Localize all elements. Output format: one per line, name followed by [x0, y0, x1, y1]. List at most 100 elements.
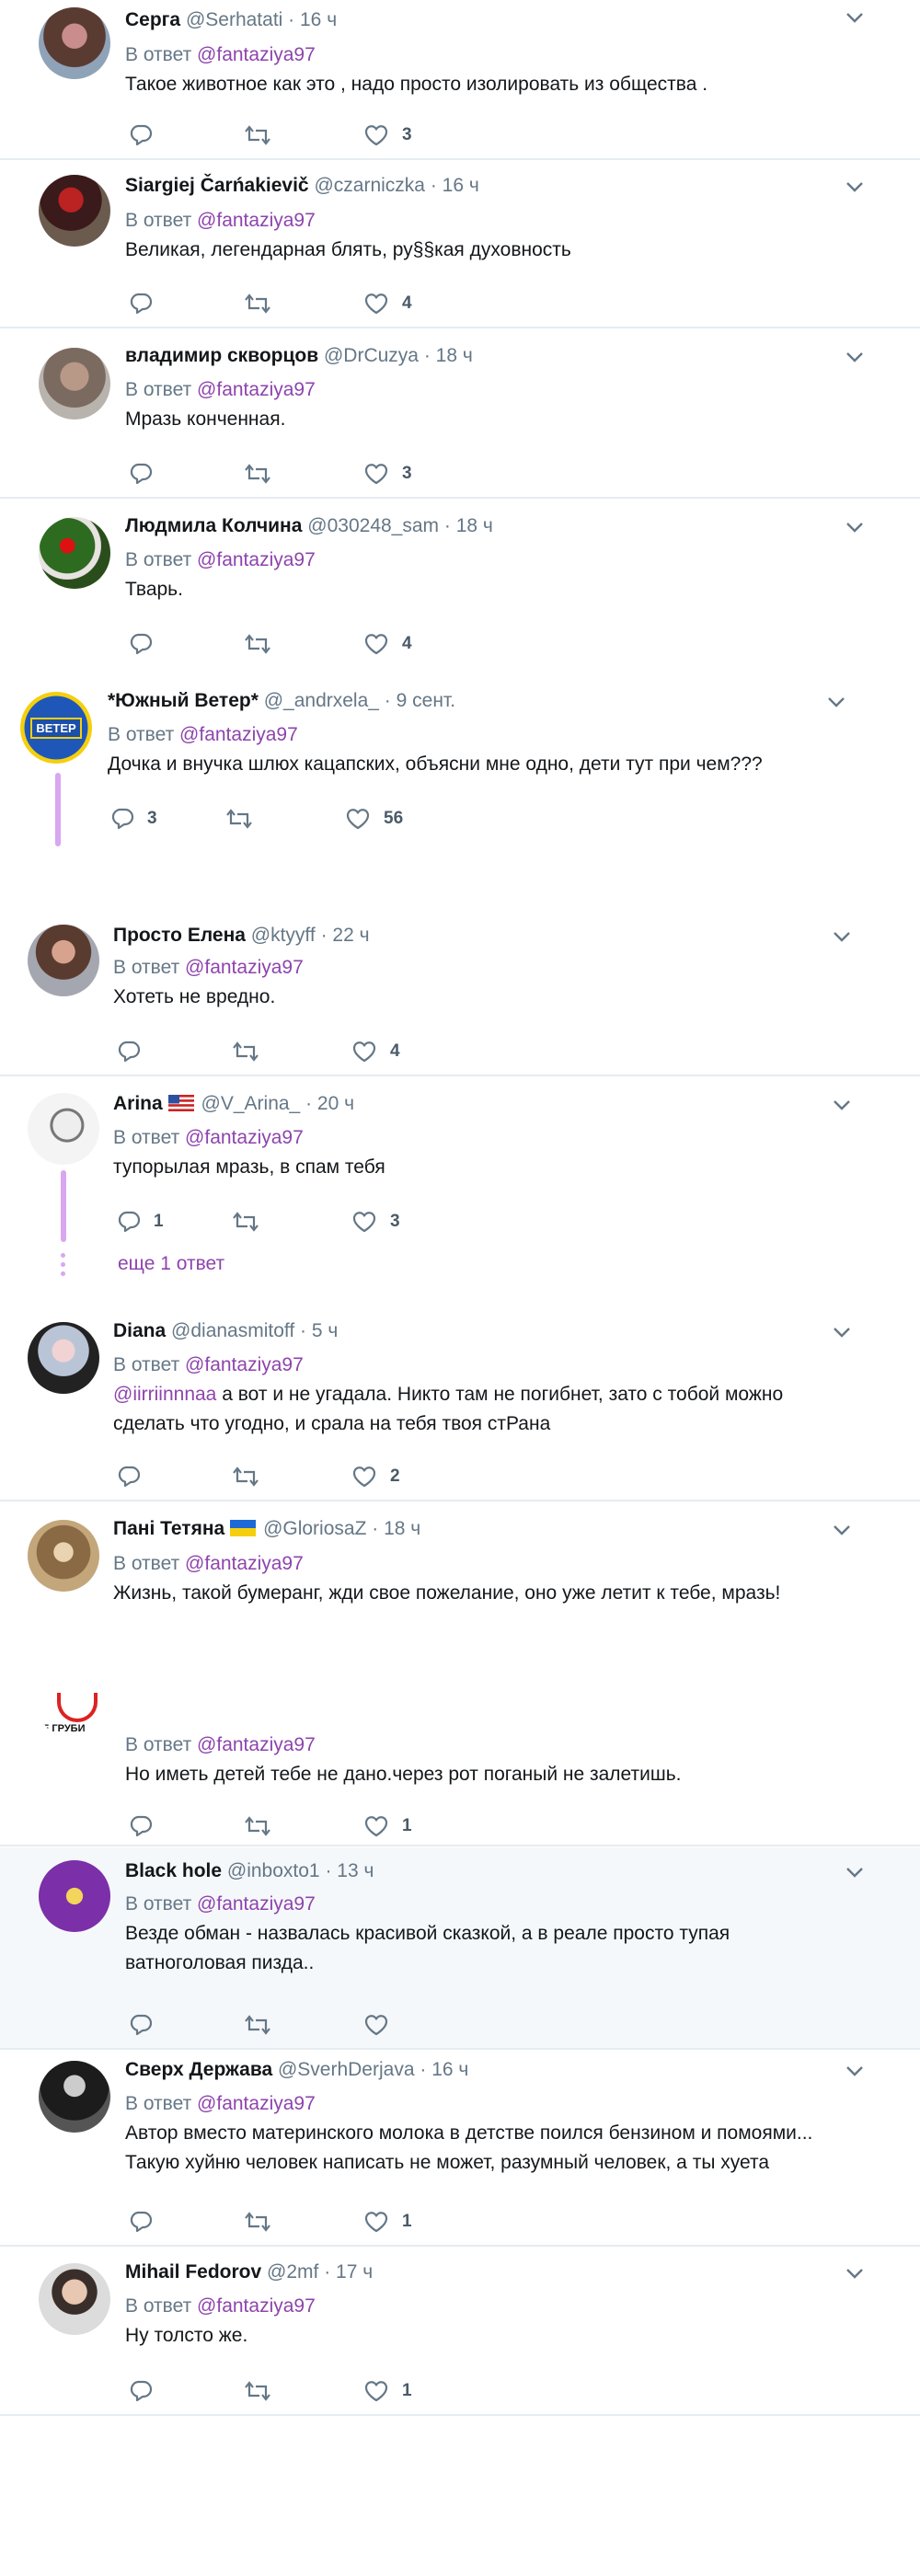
timestamp[interactable]: 18 ч	[456, 515, 493, 536]
user-handle[interactable]: @V_Arina_	[201, 1093, 301, 1114]
user-handle[interactable]: @Serhatati	[186, 9, 282, 30]
woman-photo-avatar[interactable]	[28, 925, 99, 996]
reply-button[interactable]	[129, 1812, 166, 1840]
reply-button[interactable]	[117, 1463, 154, 1490]
chevron-down-icon[interactable]	[843, 6, 867, 29]
user-handle[interactable]: @inboxto1	[227, 1860, 320, 1881]
like-button[interactable]: 2	[351, 1463, 400, 1490]
chevron-down-icon[interactable]	[830, 925, 854, 949]
reply-button[interactable]	[129, 121, 166, 149]
display-name[interactable]: Diana	[113, 1320, 166, 1341]
reply-mention-link[interactable]: @fantaziya97	[197, 2295, 316, 2317]
timestamp[interactable]: 16 ч	[443, 175, 479, 196]
chevron-down-icon[interactable]	[830, 1093, 854, 1117]
timestamp[interactable]: 16 ч	[300, 9, 337, 30]
chevron-down-icon[interactable]	[824, 690, 848, 714]
timestamp[interactable]: 20 ч	[317, 1093, 354, 1114]
reply-mention-link[interactable]: @fantaziya97	[197, 549, 316, 570]
do-not-disturb-sign-avatar[interactable]: Е ГРУБИ	[39, 1693, 110, 1741]
retweet-button[interactable]	[244, 630, 271, 658]
reply-button[interactable]	[129, 2011, 166, 2039]
reply-mention-link[interactable]: @fantaziya97	[185, 1354, 304, 1375]
like-button[interactable]	[363, 2011, 402, 2039]
southern-wind-logo-avatar[interactable]: ВЕТЕР	[20, 692, 92, 764]
retweet-button[interactable]	[232, 1463, 259, 1490]
retweet-button[interactable]	[244, 2208, 271, 2236]
reply-button[interactable]	[129, 2377, 166, 2405]
retweet-button[interactable]	[244, 121, 271, 149]
retweet-button[interactable]	[232, 1208, 259, 1236]
timestamp[interactable]: 5 ч	[312, 1320, 338, 1341]
reply-button[interactable]: 1	[117, 1208, 164, 1236]
roses-photo-avatar[interactable]	[39, 175, 110, 247]
display-name[interactable]: владимир скворцов	[125, 345, 318, 366]
chevron-down-icon[interactable]	[830, 1320, 854, 1344]
reply-mention-link[interactable]: @fantaziya97	[197, 210, 316, 231]
reply-button[interactable]	[129, 290, 166, 317]
user-handle[interactable]: @_andrxela_	[264, 690, 379, 711]
like-button[interactable]: 3	[363, 121, 412, 149]
timestamp[interactable]: 18 ч	[436, 345, 473, 366]
user-handle[interactable]: @ktyyff	[251, 925, 316, 946]
chevron-down-icon[interactable]	[843, 2059, 867, 2083]
retweet-button[interactable]	[244, 290, 271, 317]
timestamp[interactable]: 13 ч	[337, 1860, 374, 1881]
man-in-suit-avatar[interactable]	[39, 2061, 110, 2133]
retweet-button[interactable]	[244, 460, 271, 488]
like-button[interactable]: 3	[363, 460, 412, 488]
reply-button[interactable]	[117, 1038, 154, 1065]
woman-sketch-avatar[interactable]	[28, 1093, 99, 1165]
reply-mention-link[interactable]: @fantaziya97	[185, 957, 304, 978]
reply-mention-link[interactable]: @fantaziya97	[197, 1734, 316, 1755]
like-button[interactable]: 3	[351, 1208, 400, 1236]
timestamp[interactable]: 17 ч	[336, 2261, 373, 2283]
like-button[interactable]: 1	[363, 2208, 412, 2236]
display-name[interactable]: *Южный Ветер*	[108, 690, 259, 711]
flowers-photo-avatar[interactable]	[39, 517, 110, 589]
reply-mention-link[interactable]: @fantaziya97	[197, 1893, 316, 1915]
retweet-button[interactable]	[244, 2377, 271, 2405]
chevron-down-icon[interactable]	[843, 515, 867, 539]
display-name[interactable]: Arina	[113, 1093, 163, 1114]
like-button[interactable]: 4	[351, 1038, 400, 1065]
retweet-button[interactable]	[244, 2011, 271, 2039]
reply-button[interactable]: 3	[110, 805, 157, 833]
timestamp[interactable]: 22 ч	[332, 925, 369, 946]
reply-button[interactable]	[129, 630, 166, 658]
user-handle[interactable]: @czarniczka	[314, 175, 425, 196]
display-name[interactable]: Людмила Колчина	[125, 515, 302, 536]
retweet-button[interactable]	[232, 1038, 259, 1065]
like-button[interactable]: 1	[363, 1812, 412, 1840]
reply-button[interactable]	[129, 2208, 166, 2236]
display-name[interactable]: Просто Елена	[113, 925, 246, 946]
like-button[interactable]: 4	[363, 290, 412, 317]
blurred-face-avatar[interactable]	[39, 348, 110, 420]
like-button[interactable]: 4	[363, 630, 412, 658]
chevron-down-icon[interactable]	[830, 1518, 854, 1542]
retweet-button[interactable]	[225, 805, 253, 833]
timestamp[interactable]: 18 ч	[384, 1518, 420, 1539]
woman-photo-avatar[interactable]	[28, 1322, 99, 1394]
show-more-replies-link[interactable]: еще 1 ответ	[118, 1253, 224, 1275]
like-button[interactable]: 1	[363, 2377, 412, 2405]
reply-mention-link[interactable]: @fantaziya97	[185, 1127, 304, 1148]
reply-mention-link[interactable]: @fantaziya97	[197, 379, 316, 400]
user-handle[interactable]: @2mf	[267, 2261, 318, 2283]
chevron-down-icon[interactable]	[843, 175, 867, 199]
display-name[interactable]: Black hole	[125, 1860, 222, 1881]
rocket-sticker-avatar[interactable]	[39, 1860, 110, 1932]
reply-mention-link[interactable]: @fantaziya97	[197, 2093, 316, 2114]
timestamp[interactable]: 9 сент.	[397, 690, 455, 711]
display-name[interactable]: Серга	[125, 9, 180, 30]
chevron-down-icon[interactable]	[843, 345, 867, 369]
reply-mention-link[interactable]: @fantaziya97	[179, 724, 298, 745]
like-button[interactable]: 56	[345, 805, 403, 833]
chevron-down-icon[interactable]	[843, 1860, 867, 1884]
user-handle[interactable]: @030248_sam	[307, 515, 439, 536]
man-glasses-avatar[interactable]	[39, 2263, 110, 2335]
reply-mention-link[interactable]: @fantaziya97	[197, 44, 316, 65]
display-name[interactable]: Siargiej Čarńakievič	[125, 175, 309, 196]
reply-button[interactable]	[129, 460, 166, 488]
user-handle[interactable]: @GloriosaZ	[263, 1518, 366, 1539]
user-handle[interactable]: @dianasmitoff	[171, 1320, 294, 1341]
